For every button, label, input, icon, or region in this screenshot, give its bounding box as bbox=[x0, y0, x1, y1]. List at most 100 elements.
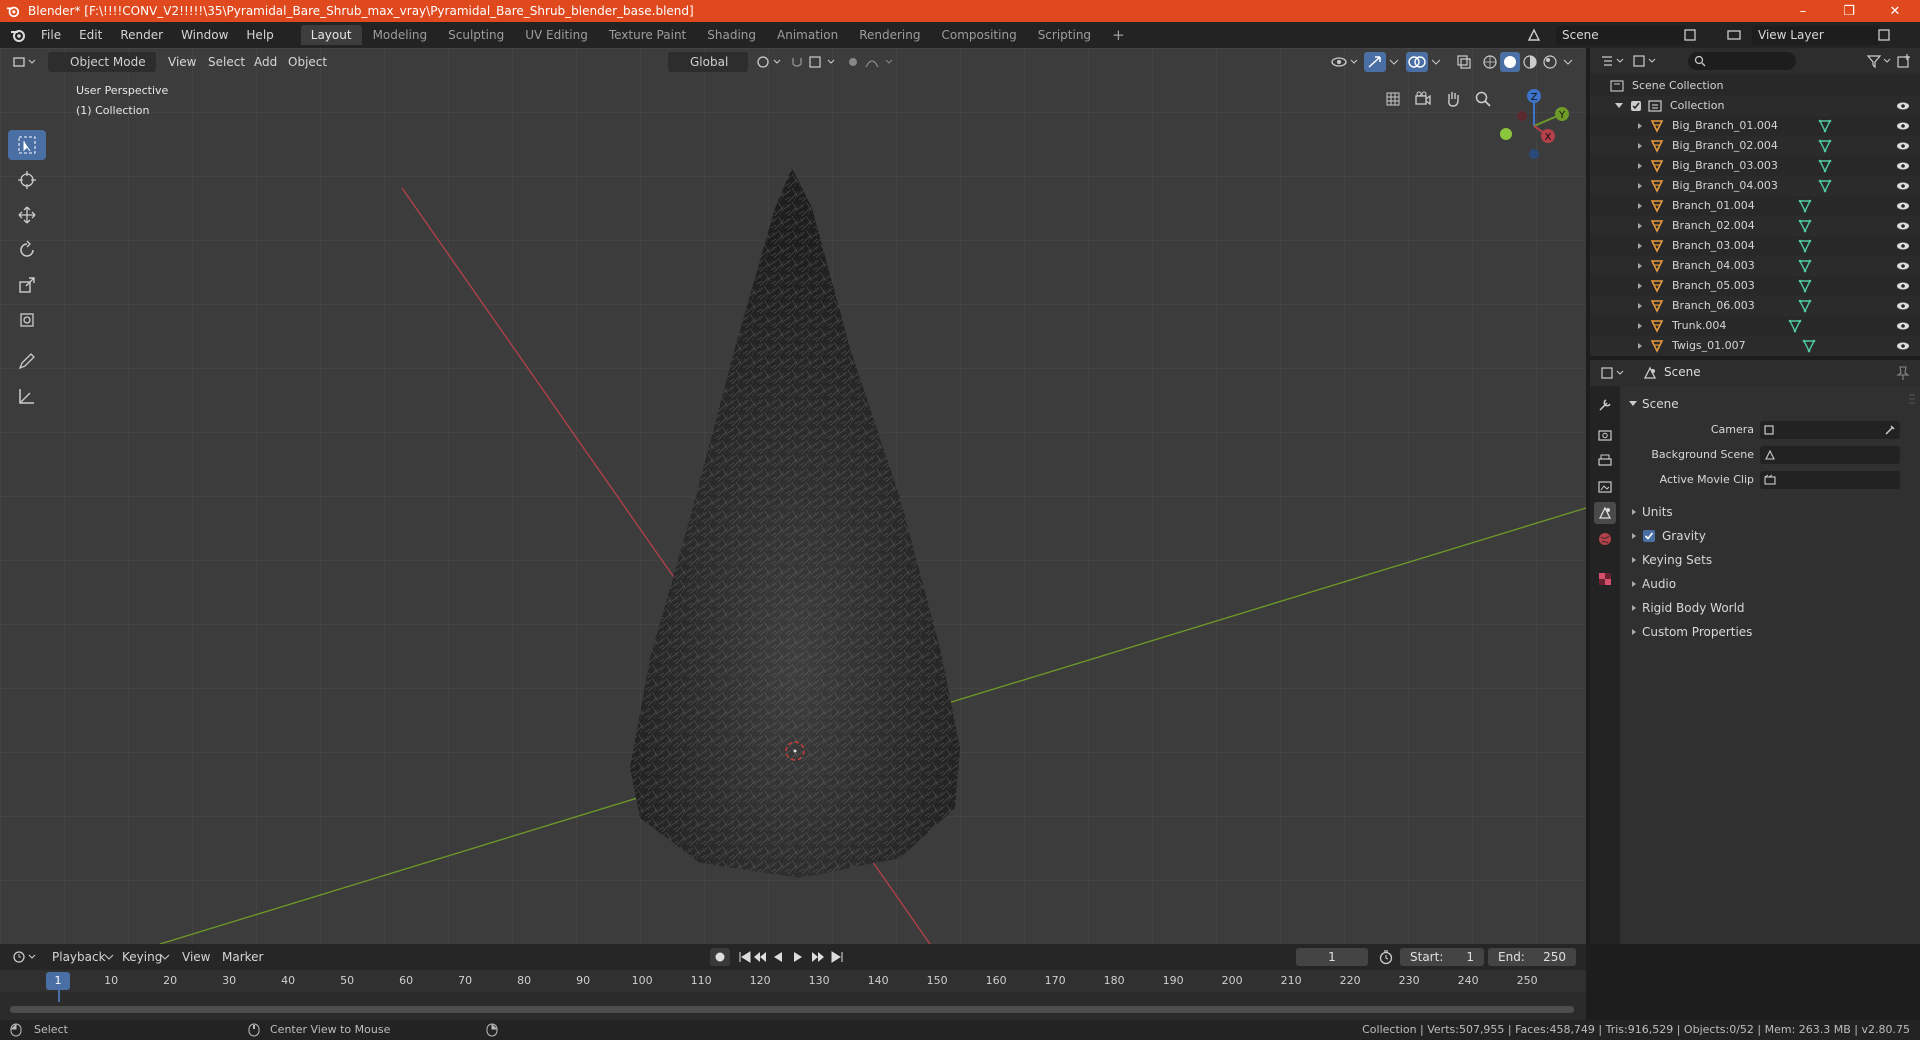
visibility-eye-icon[interactable] bbox=[1896, 100, 1910, 112]
menu-render[interactable]: Render bbox=[111, 22, 172, 48]
tab-tool[interactable] bbox=[1594, 394, 1616, 416]
outliner-object-row[interactable]: Branch_01.004 bbox=[1590, 196, 1920, 216]
view-layer-icon[interactable] bbox=[1726, 27, 1742, 43]
collapsed-chevron-icon[interactable] bbox=[1636, 182, 1644, 190]
tab-output[interactable] bbox=[1594, 450, 1616, 472]
mesh-data-icon[interactable] bbox=[1818, 119, 1832, 133]
solid-shading-button[interactable] bbox=[1500, 52, 1520, 72]
viewport-menu-add[interactable]: Add bbox=[254, 52, 277, 72]
mesh-data-icon[interactable] bbox=[1798, 259, 1812, 273]
tab-render[interactable] bbox=[1594, 424, 1616, 446]
expand-chevron-icon[interactable] bbox=[1614, 102, 1624, 110]
annotate-tool[interactable] bbox=[8, 346, 46, 376]
timeline-editor-type-icon[interactable] bbox=[12, 949, 38, 965]
toggle-grid-button[interactable] bbox=[1380, 86, 1406, 112]
object-mode-dropdown[interactable]: Object Mode bbox=[48, 52, 156, 72]
tab-modeling[interactable]: Modeling bbox=[363, 25, 438, 45]
new-collection-icon[interactable] bbox=[1896, 53, 1912, 69]
stopwatch-icon[interactable] bbox=[1378, 949, 1394, 965]
timeline-frame-ruler[interactable]: 1102030405060708090100110120130140150160… bbox=[0, 970, 1586, 992]
transform-tool[interactable] bbox=[8, 305, 46, 335]
filter-icon[interactable] bbox=[1866, 53, 1892, 69]
visibility-eye-icon[interactable] bbox=[1896, 280, 1910, 292]
snap-icon[interactable] bbox=[790, 55, 838, 69]
tab-world[interactable] bbox=[1594, 528, 1616, 550]
collapsed-chevron-icon[interactable] bbox=[1636, 222, 1644, 230]
tab-sculpting[interactable]: Sculpting bbox=[438, 25, 514, 45]
scene-collection-row[interactable]: Scene Collection bbox=[1590, 76, 1920, 96]
pivot-point-icon[interactable] bbox=[756, 55, 784, 69]
viewport-menu-select[interactable]: Select bbox=[208, 52, 245, 72]
collapsed-chevron-icon[interactable] bbox=[1630, 580, 1638, 588]
subpanel-audio[interactable]: Audio bbox=[1620, 572, 1920, 596]
subpanel-custom-properties[interactable]: Custom Properties bbox=[1620, 620, 1920, 644]
timeline-menu-playback[interactable]: Playback bbox=[52, 948, 106, 966]
gizmo-dropdown-icon[interactable] bbox=[1388, 55, 1400, 69]
gizmo-neg-x[interactable] bbox=[1517, 111, 1527, 121]
eyedropper-icon[interactable] bbox=[1884, 424, 1896, 436]
subpanel-gravity[interactable]: Gravity bbox=[1620, 524, 1920, 548]
active-movie-clip-field[interactable] bbox=[1760, 471, 1900, 489]
3d-viewport[interactable]: Object Mode View Select Add Object Globa… bbox=[0, 48, 1586, 944]
gravity-checkbox-icon[interactable] bbox=[1642, 529, 1656, 543]
visibility-eye-icon[interactable] bbox=[1896, 320, 1910, 332]
mesh-data-icon[interactable] bbox=[1798, 219, 1812, 233]
outliner-object-row[interactable]: Big_Branch_01.004 bbox=[1590, 116, 1920, 136]
tab-compositing[interactable]: Compositing bbox=[931, 25, 1026, 45]
visibility-eye-icon[interactable] bbox=[1896, 240, 1910, 252]
mesh-data-icon[interactable] bbox=[1788, 319, 1802, 333]
select-box-tool[interactable] bbox=[8, 130, 46, 160]
mesh-data-icon[interactable] bbox=[1818, 139, 1832, 153]
menu-window[interactable]: Window bbox=[172, 22, 237, 48]
viewport-menu-view[interactable]: View bbox=[168, 52, 196, 72]
start-frame-field[interactable]: Start: 1 bbox=[1400, 948, 1484, 966]
drag-handle-icon[interactable] bbox=[1908, 392, 1916, 412]
visibility-eye-icon[interactable] bbox=[1896, 300, 1910, 312]
mesh-data-icon[interactable] bbox=[1802, 339, 1816, 353]
pin-icon[interactable] bbox=[1896, 365, 1910, 381]
collapsed-chevron-icon[interactable] bbox=[1630, 628, 1638, 636]
move-tool[interactable] bbox=[8, 200, 46, 230]
outliner-object-row[interactable]: Branch_02.004 bbox=[1590, 216, 1920, 236]
view-layer-selector[interactable]: View Layer bbox=[1752, 26, 1880, 45]
scene-panel-header[interactable]: Scene bbox=[1620, 392, 1920, 416]
camera-field[interactable] bbox=[1760, 421, 1900, 439]
gizmo-neg-y[interactable] bbox=[1500, 128, 1512, 140]
mesh-data-icon[interactable] bbox=[1798, 279, 1812, 293]
tab-view-layer[interactable] bbox=[1594, 476, 1616, 498]
overlay-dropdown-icon[interactable] bbox=[1430, 55, 1442, 69]
gizmo-neg-z[interactable] bbox=[1529, 149, 1539, 159]
playhead-frame-indicator[interactable]: 1 bbox=[46, 972, 70, 990]
outliner-object-row[interactable]: Branch_04.003 bbox=[1590, 256, 1920, 276]
collapsed-chevron-icon[interactable] bbox=[1636, 202, 1644, 210]
outliner-object-row[interactable]: Big_Branch_04.003 bbox=[1590, 176, 1920, 196]
shading-dropdown-icon[interactable] bbox=[1562, 55, 1574, 69]
navigation-gizmo[interactable]: Z Y X bbox=[1494, 86, 1574, 166]
collapsed-chevron-icon[interactable] bbox=[1636, 282, 1644, 290]
keying-dropdown-icon[interactable] bbox=[160, 952, 170, 962]
outliner-object-row[interactable]: Branch_05.003 bbox=[1590, 276, 1920, 296]
visibility-eye-icon[interactable] bbox=[1896, 220, 1910, 232]
mesh-data-icon[interactable] bbox=[1798, 239, 1812, 253]
tab-shading[interactable]: Shading bbox=[697, 25, 766, 45]
outliner-object-row[interactable]: Big_Branch_03.003 bbox=[1590, 156, 1920, 176]
menu-help[interactable]: Help bbox=[237, 22, 282, 48]
editor-type-icon[interactable] bbox=[12, 54, 38, 70]
rendered-shading-icon[interactable] bbox=[1542, 54, 1558, 70]
timeline-menu-marker[interactable]: Marker bbox=[222, 948, 263, 966]
viewport-menu-object[interactable]: Object bbox=[288, 52, 327, 72]
visibility-eye-icon[interactable] bbox=[1896, 160, 1910, 172]
collapsed-chevron-icon[interactable] bbox=[1630, 532, 1638, 540]
outliner-object-row[interactable]: Branch_03.004 bbox=[1590, 236, 1920, 256]
collapsed-chevron-icon[interactable] bbox=[1636, 142, 1644, 150]
mesh-data-icon[interactable] bbox=[1798, 199, 1812, 213]
mesh-data-icon[interactable] bbox=[1798, 299, 1812, 313]
outliner-editor-type-icon[interactable] bbox=[1600, 53, 1626, 69]
gizmo-toggle-button[interactable] bbox=[1364, 52, 1386, 72]
collapsed-chevron-icon[interactable] bbox=[1630, 604, 1638, 612]
timeline-menu-view[interactable]: View bbox=[182, 948, 210, 966]
tab-scene[interactable] bbox=[1594, 502, 1616, 524]
xray-toggle-icon[interactable] bbox=[1456, 54, 1472, 70]
menu-file[interactable]: File bbox=[32, 22, 70, 48]
transform-orientation-dropdown[interactable]: Global bbox=[668, 52, 748, 72]
